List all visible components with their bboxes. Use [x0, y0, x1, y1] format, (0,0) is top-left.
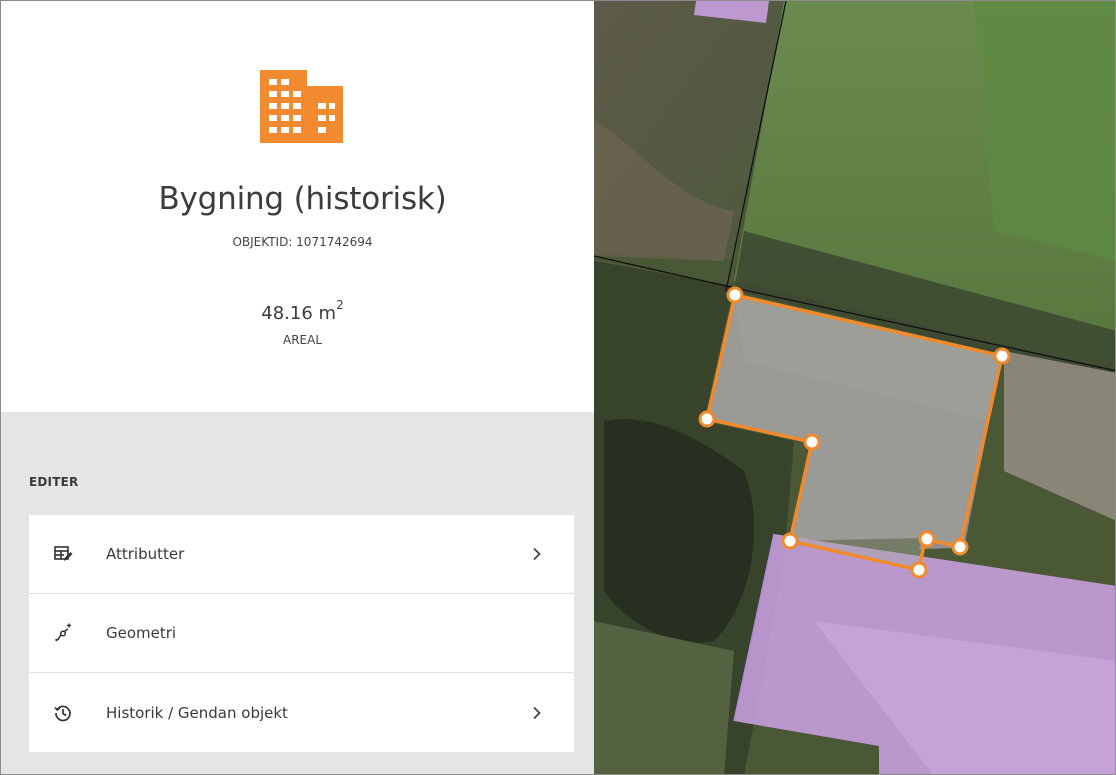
map-canvas[interactable]	[594, 1, 1116, 775]
vertex-handle[interactable]	[918, 530, 936, 548]
feature-info: Bygning (historisk) OBJEKTID: 1071742694…	[1, 1, 594, 412]
history-restore-icon	[54, 705, 71, 721]
area-label: AREAL	[282, 333, 323, 347]
app-window: Bygning (historisk) OBJEKTID: 1071742694…	[0, 0, 1116, 775]
vertex-handle[interactable]	[910, 561, 928, 579]
vertex-handle[interactable]	[698, 410, 716, 428]
vertex-handle[interactable]	[993, 347, 1011, 365]
menu-item-history[interactable]: Historik / Gendan objekt	[29, 673, 574, 752]
object-id: OBJEKTID: 1071742694	[232, 235, 373, 249]
edit-section: EDITER Attributter Geometri Historik / G…	[1, 412, 594, 774]
vertex-handle[interactable]	[951, 538, 969, 556]
feature-panel: Bygning (historisk) OBJEKTID: 1071742694…	[1, 1, 594, 774]
vertex-handle[interactable]	[781, 532, 799, 550]
menu-item-label: Attributter	[106, 545, 185, 563]
vertex-handle[interactable]	[803, 433, 821, 451]
aerial-field-light	[974, 1, 1115, 261]
vertex-handle[interactable]	[726, 286, 744, 304]
map-view[interactable]	[594, 1, 1116, 775]
geometry-vertex-icon	[55, 623, 71, 642]
chevron-right-icon	[533, 706, 541, 719]
building-icon	[260, 70, 343, 143]
area-value: 48.16 m2	[1, 298, 604, 324]
menu-item-geometry[interactable]: Geometri	[29, 594, 574, 673]
edit-heading: EDITER	[29, 475, 79, 489]
menu-item-label: Historik / Gendan objekt	[106, 703, 288, 722]
area-number: 48.16 m	[261, 303, 337, 324]
area-unit-exponent: 2	[336, 298, 344, 312]
edit-menu: Attributter Geometri Historik / Gendan o…	[29, 515, 574, 752]
menu-item-label: Geometri	[106, 624, 177, 642]
menu-item-attributes[interactable]: Attributter	[29, 515, 574, 594]
chevron-right-icon	[533, 547, 541, 561]
table-edit-icon	[54, 546, 73, 561]
feature-title: Bygning (historisk)	[158, 181, 447, 217]
